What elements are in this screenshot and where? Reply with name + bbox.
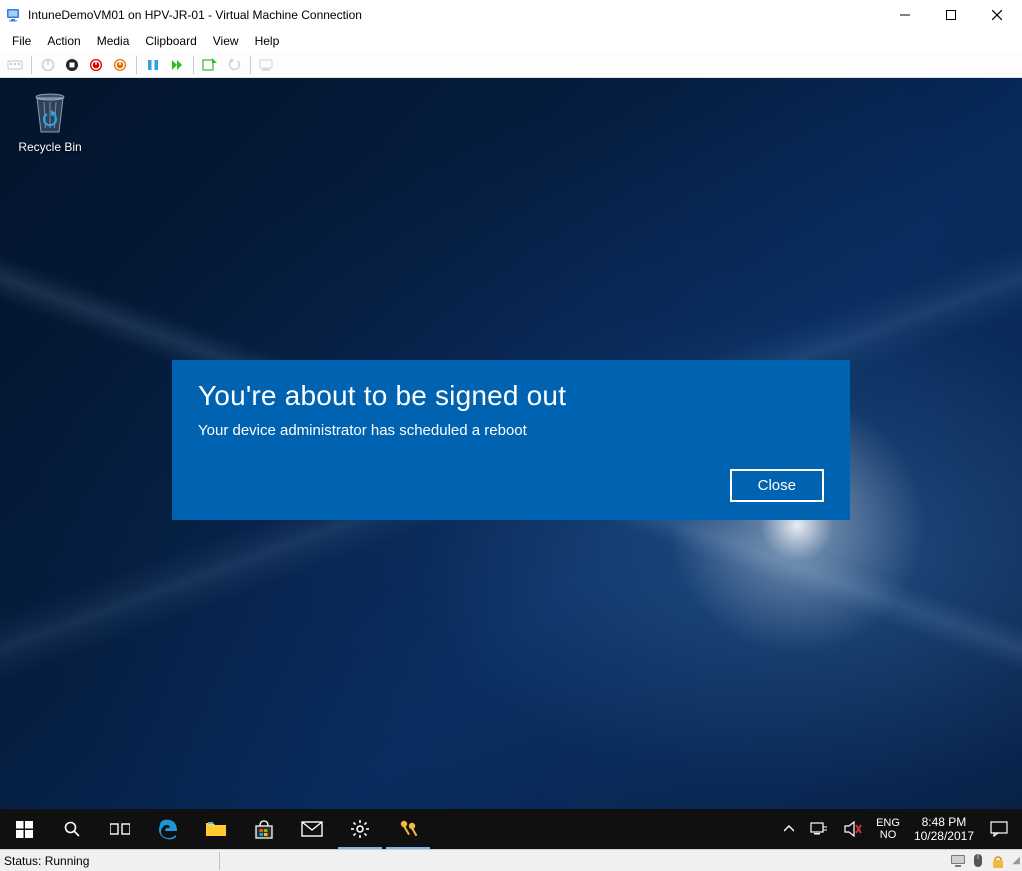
taskbar-settings[interactable] — [336, 809, 384, 849]
minimize-button[interactable] — [882, 0, 928, 30]
menu-action[interactable]: Action — [39, 32, 88, 50]
taskbar-file-explorer[interactable] — [192, 809, 240, 849]
status-lock-icon — [990, 853, 1006, 869]
toolbar-reset[interactable] — [166, 54, 188, 76]
guest-desktop[interactable]: Recycle Bin You're about to be signed ou… — [0, 78, 1022, 849]
toolbar-separator — [31, 56, 32, 74]
clock-time: 8:48 PM — [914, 815, 974, 829]
search-button[interactable] — [48, 809, 96, 849]
lang-top: ENG — [876, 817, 900, 829]
recycle-bin-icon[interactable]: Recycle Bin — [14, 88, 86, 154]
lang-bottom: NO — [876, 829, 900, 841]
toolbar-separator — [250, 56, 251, 74]
resize-grip-icon[interactable]: ◢ — [1012, 855, 1018, 866]
statusbar: Status: Running ◢ — [0, 849, 1022, 871]
window-title: IntuneDemoVM01 on HPV-JR-01 - Virtual Ma… — [28, 8, 882, 22]
menu-file[interactable]: File — [4, 32, 39, 50]
toolbar-checkpoint[interactable] — [199, 54, 221, 76]
menu-view[interactable]: View — [205, 32, 247, 50]
toolbar-pause[interactable] — [142, 54, 164, 76]
status-mouse-icon — [970, 853, 986, 869]
task-view-button[interactable] — [96, 809, 144, 849]
toolbar-enhanced-session[interactable] — [256, 54, 278, 76]
statusbar-divider — [219, 852, 220, 870]
menubar: File Action Media Clipboard View Help — [0, 30, 1022, 52]
toolbar-ctrl-alt-del[interactable] — [4, 54, 26, 76]
menu-media[interactable]: Media — [89, 32, 138, 50]
tray-network-icon[interactable] — [802, 809, 836, 849]
status-text: Status: Running — [4, 854, 89, 868]
recycle-bin-label: Recycle Bin — [14, 140, 86, 154]
toolbar-revert[interactable] — [223, 54, 245, 76]
taskbar-security[interactable] — [384, 809, 432, 849]
notification-message: Your device administrator has scheduled … — [198, 422, 824, 439]
menu-help[interactable]: Help — [247, 32, 288, 50]
toolbar-separator — [193, 56, 194, 74]
taskbar-store[interactable] — [240, 809, 288, 849]
signout-notification: You're about to be signed out Your devic… — [172, 360, 850, 520]
tray-clock[interactable]: 8:48 PM 10/28/2017 — [906, 815, 982, 843]
status-display-icon — [950, 853, 966, 869]
tray-action-center[interactable] — [982, 809, 1016, 849]
toolbar-separator — [136, 56, 137, 74]
toolbar-save[interactable] — [109, 54, 131, 76]
clock-date: 10/28/2017 — [914, 829, 974, 843]
taskbar-mail[interactable] — [288, 809, 336, 849]
toolbar-turn-off[interactable] — [61, 54, 83, 76]
maximize-button[interactable] — [928, 0, 974, 30]
close-button[interactable] — [974, 0, 1020, 30]
vm-viewport[interactable]: Recycle Bin You're about to be signed ou… — [0, 78, 1022, 849]
toolbar-shut-down[interactable] — [85, 54, 107, 76]
toolbar-start-grey[interactable] — [37, 54, 59, 76]
notification-close-button[interactable]: Close — [730, 469, 824, 502]
guest-taskbar: ENG NO 8:48 PM 10/28/2017 — [0, 809, 1022, 849]
taskbar-edge[interactable] — [144, 809, 192, 849]
menu-clipboard[interactable]: Clipboard — [137, 32, 204, 50]
tray-volume-icon[interactable] — [836, 809, 870, 849]
titlebar: IntuneDemoVM01 on HPV-JR-01 - Virtual Ma… — [0, 0, 1022, 30]
start-button[interactable] — [0, 809, 48, 849]
notification-title: You're about to be signed out — [198, 380, 824, 412]
app-icon — [6, 7, 22, 23]
tray-overflow-button[interactable] — [776, 809, 802, 849]
toolbar — [0, 52, 1022, 78]
tray-language[interactable]: ENG NO — [870, 817, 906, 841]
